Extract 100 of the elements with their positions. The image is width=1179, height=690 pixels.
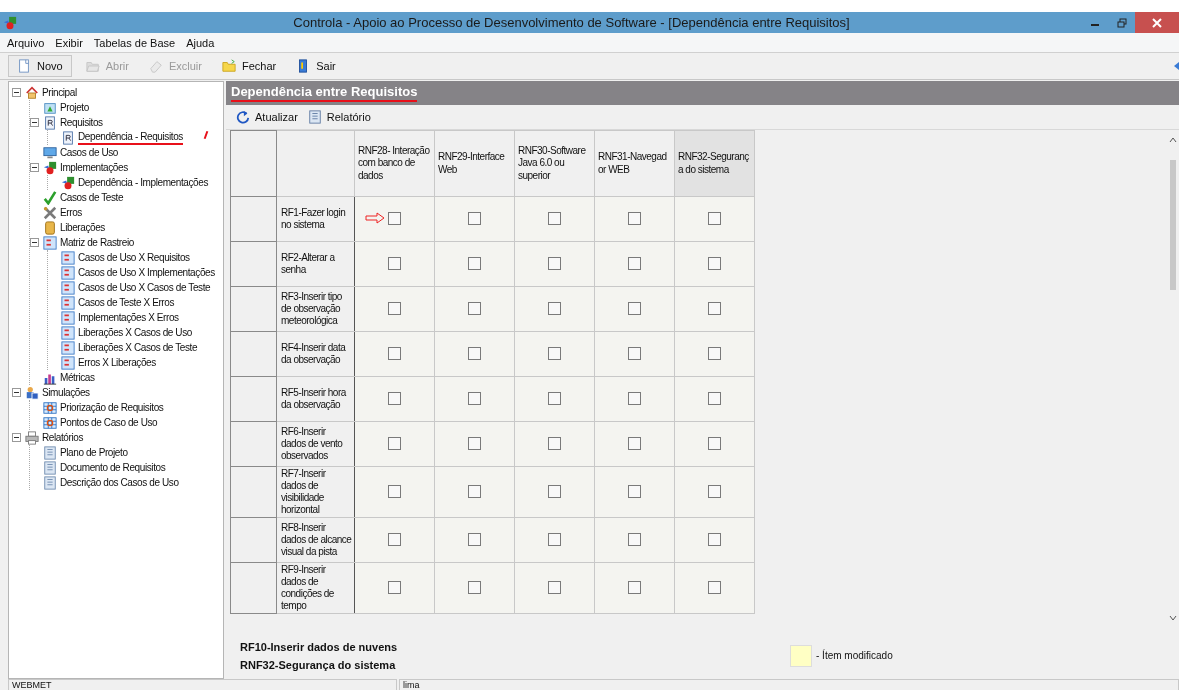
column-header[interactable]: RNF31-Navegad or WEB — [594, 130, 675, 197]
tree-item[interactable]: Métricas — [60, 372, 95, 383]
checkbox[interactable] — [548, 346, 561, 360]
tree-item[interactable]: Liberações X Casos de Teste — [78, 342, 198, 353]
checkbox[interactable] — [468, 211, 481, 225]
checkbox[interactable] — [628, 580, 641, 594]
tree-item[interactable]: Documento de Requisitos — [60, 462, 166, 473]
tree-item[interactable]: Implementações X Erros — [78, 312, 179, 323]
row-header[interactable] — [230, 517, 277, 563]
checkbox[interactable] — [468, 532, 481, 546]
expander-icon[interactable] — [30, 238, 41, 247]
checkbox[interactable] — [628, 256, 641, 270]
checkbox[interactable] — [708, 256, 721, 270]
checkbox[interactable] — [468, 256, 481, 270]
checkbox[interactable] — [388, 256, 401, 270]
checkbox[interactable] — [628, 532, 641, 546]
checkbox[interactable] — [708, 301, 721, 315]
tree-item[interactable]: Erros — [60, 207, 82, 218]
expander-icon[interactable] — [30, 118, 41, 127]
menu-item[interactable]: Tabelas de Base — [92, 36, 177, 49]
tree-item[interactable]: Implementações — [60, 162, 128, 173]
checkbox[interactable] — [708, 532, 721, 546]
checkbox[interactable] — [548, 532, 561, 546]
checkbox[interactable] — [548, 211, 561, 225]
expander-icon[interactable] — [12, 388, 23, 397]
checkbox[interactable] — [708, 484, 721, 498]
column-header[interactable]: RNF32-Seguranç a do sistema — [674, 130, 755, 197]
row-header[interactable] — [230, 286, 277, 332]
checkbox[interactable] — [708, 346, 721, 360]
tree-item[interactable]: Principal — [42, 87, 77, 98]
arrow-icon[interactable] — [1173, 61, 1179, 71]
checkbox[interactable] — [548, 484, 561, 498]
tree-item[interactable]: Dependência - Implementações — [78, 177, 208, 188]
checkbox[interactable] — [628, 211, 641, 225]
tree-item[interactable]: Casos de Teste X Erros — [78, 297, 175, 308]
tree-item[interactable]: Pontos de Caso de Uso — [60, 417, 158, 428]
tree-item[interactable]: Plano de Projeto — [60, 447, 128, 458]
checkbox[interactable] — [628, 391, 641, 405]
row-header[interactable] — [230, 466, 277, 518]
checkbox[interactable] — [468, 391, 481, 405]
row-header[interactable] — [230, 421, 277, 467]
expander-icon[interactable] — [30, 163, 41, 172]
tree-item[interactable]: Dependência - Requisitos — [78, 130, 183, 145]
checkbox[interactable] — [468, 436, 481, 450]
checkbox[interactable] — [388, 436, 401, 450]
column-header[interactable]: RNF30-Software Java 6.0 ou superior — [514, 130, 595, 197]
tree-item[interactable]: Projeto — [60, 102, 89, 113]
expander-icon[interactable] — [12, 433, 23, 442]
menu-item[interactable]: Exibir — [54, 36, 84, 49]
tree-item[interactable]: Casos de Teste — [60, 192, 124, 203]
toolbar-button[interactable]: Atualizar — [234, 109, 300, 125]
row-header[interactable] — [230, 241, 277, 287]
checkbox[interactable] — [548, 391, 561, 405]
checkbox[interactable] — [388, 211, 401, 225]
checkbox[interactable] — [548, 580, 561, 594]
tree-item[interactable]: Relatórios — [42, 432, 84, 443]
checkbox[interactable] — [548, 256, 561, 270]
toolbar-button[interactable]: Relatório — [305, 109, 373, 125]
checkbox[interactable] — [628, 301, 641, 315]
checkbox[interactable] — [468, 346, 481, 360]
checkbox[interactable] — [708, 580, 721, 594]
menu-item[interactable]: Ajuda — [185, 36, 216, 49]
checkbox[interactable] — [388, 301, 401, 315]
tree-item[interactable]: Erros X Liberações — [78, 357, 156, 368]
tree-item[interactable]: Casos de Uso X Casos de Teste — [78, 282, 211, 293]
tree-item[interactable]: Matriz de Rastreio — [60, 237, 134, 248]
checkbox[interactable] — [468, 484, 481, 498]
row-header[interactable] — [230, 562, 277, 614]
tree-item[interactable]: Casos de Uso X Implementações — [78, 267, 215, 278]
checkbox[interactable] — [388, 391, 401, 405]
row-header[interactable] — [230, 196, 277, 242]
checkbox[interactable] — [388, 580, 401, 594]
checkbox[interactable] — [388, 484, 401, 498]
checkbox[interactable] — [388, 532, 401, 546]
column-header[interactable]: RNF28- Interação com banco de dados — [354, 130, 435, 197]
toolbar-button[interactable]: Novo — [8, 55, 72, 77]
tree-item[interactable]: Casos de Uso — [60, 147, 118, 158]
checkbox[interactable] — [468, 301, 481, 315]
toolbar-button[interactable]: Sair — [290, 55, 342, 77]
checkbox[interactable] — [708, 391, 721, 405]
checkbox[interactable] — [628, 436, 641, 450]
expander-icon[interactable] — [12, 88, 23, 97]
checkbox[interactable] — [548, 301, 561, 315]
checkbox[interactable] — [548, 436, 561, 450]
tree-item[interactable]: Simulações — [42, 387, 90, 398]
checkbox[interactable] — [388, 346, 401, 360]
tree-item[interactable]: Casos de Uso X Requisitos — [78, 252, 190, 263]
checkbox[interactable] — [708, 211, 721, 225]
checkbox[interactable] — [628, 484, 641, 498]
tree-item[interactable]: Descrição dos Casos de Uso — [60, 477, 179, 488]
close-button[interactable] — [1135, 12, 1179, 33]
checkbox[interactable] — [628, 346, 641, 360]
checkbox[interactable] — [708, 436, 721, 450]
row-header[interactable] — [230, 376, 277, 422]
menu-item[interactable]: Arquivo — [6, 36, 46, 49]
toolbar-button[interactable]: Fechar — [215, 55, 283, 77]
tree-item[interactable]: Priorização de Requisitos — [60, 402, 164, 413]
column-header[interactable]: RNF29-Interface Web — [434, 130, 515, 197]
tree-item[interactable]: Requisitos — [60, 117, 103, 128]
tree-item[interactable]: Liberações X Casos de Uso — [78, 327, 192, 338]
